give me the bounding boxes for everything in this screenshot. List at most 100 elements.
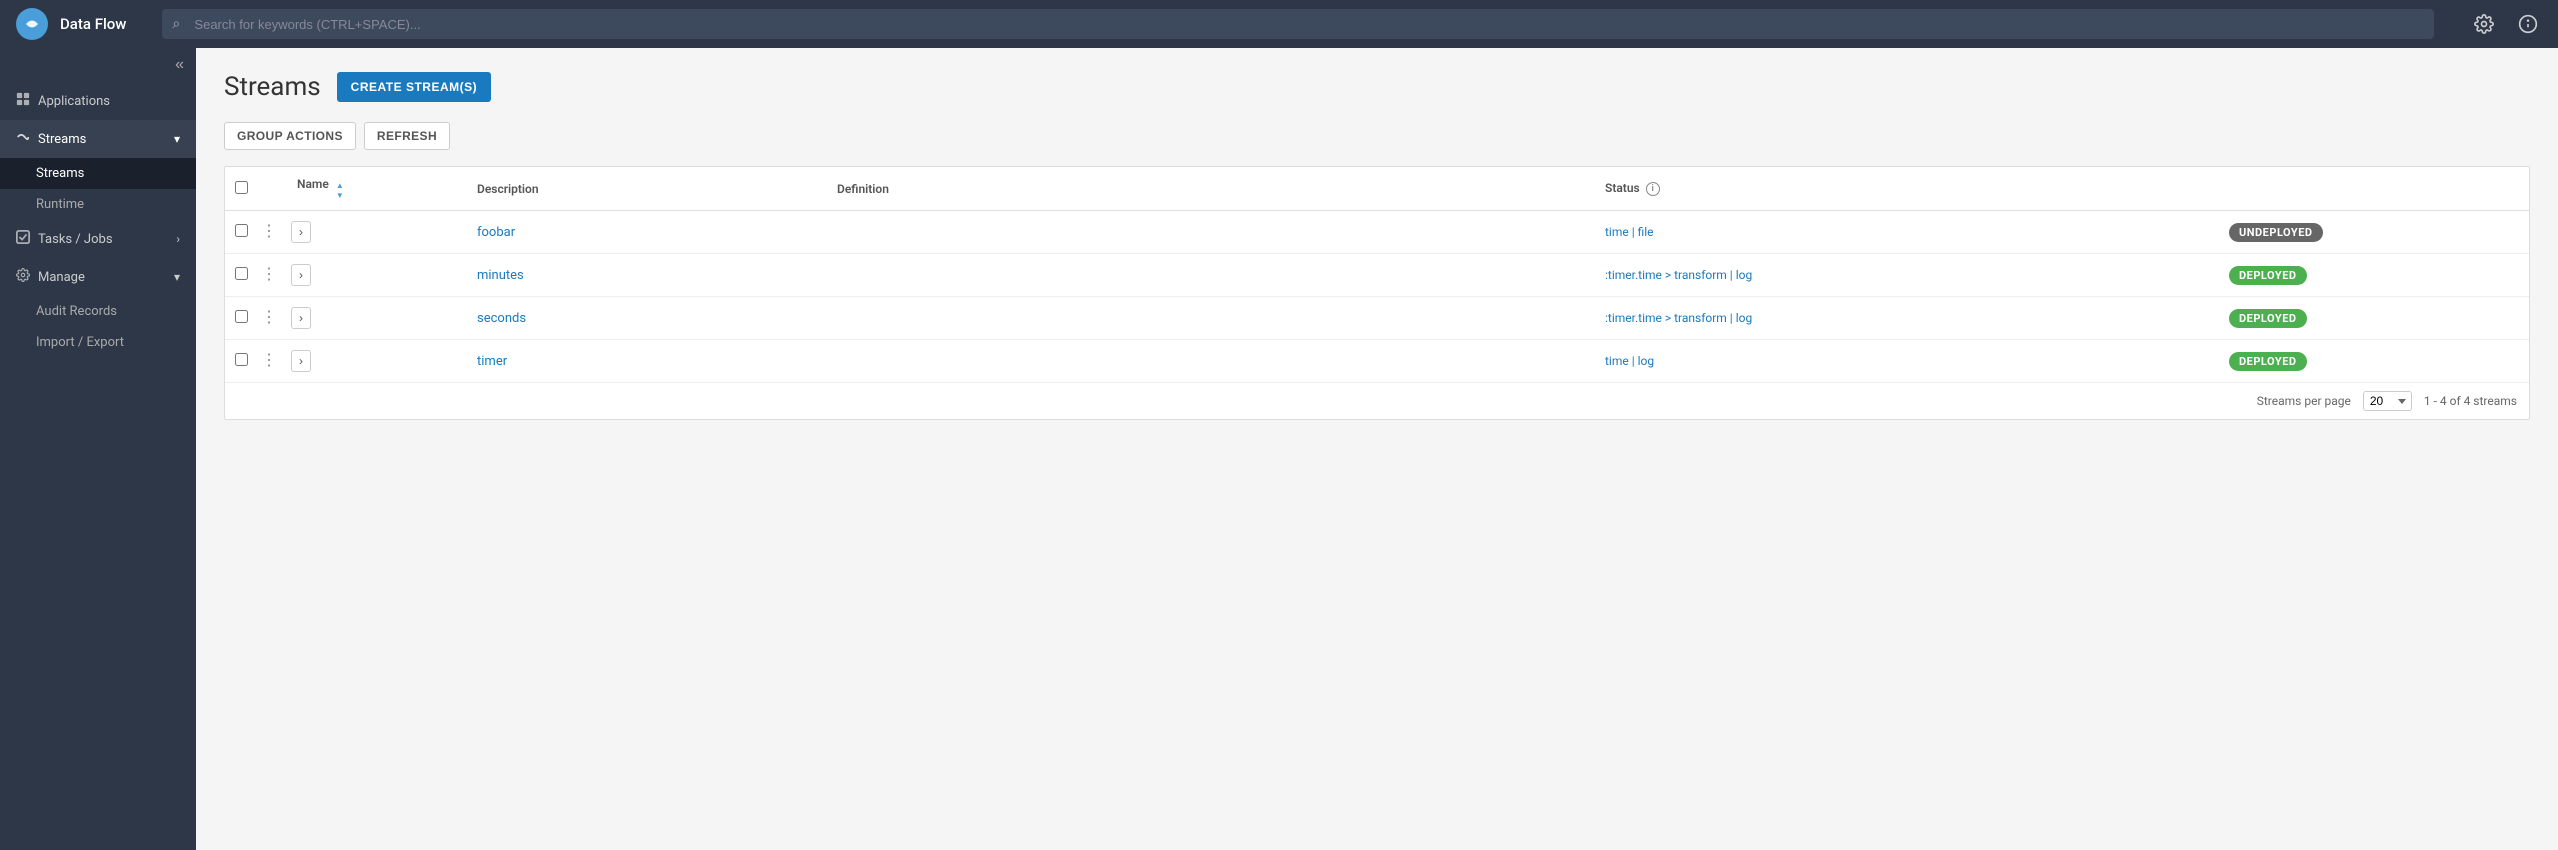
tasks-label: Tasks / Jobs — [38, 232, 168, 247]
settings-button[interactable] — [2470, 10, 2498, 38]
status-badge: DEPLOYED — [2229, 266, 2307, 285]
row-status-cell: DEPLOYED — [2217, 254, 2529, 297]
search-input[interactable] — [162, 9, 2434, 39]
row-actions-button[interactable]: ⋮ — [257, 222, 281, 242]
streams-label: Streams — [38, 132, 166, 147]
row-expand-cell: › — [285, 254, 465, 297]
row-checkbox-cell — [225, 340, 253, 383]
runtime-label: Runtime — [36, 197, 84, 212]
sidebar-subitem-audit[interactable]: Audit Records — [0, 296, 196, 327]
row-status-cell: UNDEPLOYED — [2217, 211, 2529, 254]
row-checkbox[interactable] — [235, 353, 248, 366]
stream-name-link[interactable]: timer — [477, 354, 507, 369]
row-name-cell: seconds — [465, 297, 825, 340]
col-header-description: Description — [465, 167, 825, 211]
sidebar-item-streams[interactable]: Streams ▾ — [0, 120, 196, 158]
streams-sublabel: Streams — [36, 166, 84, 181]
sidebar-subitem-runtime[interactable]: Runtime — [0, 189, 196, 220]
row-definition-cell: :timer.time > transform | log — [1593, 254, 2217, 297]
manage-label: Manage — [38, 270, 166, 285]
applications-label: Applications — [38, 94, 180, 109]
row-checkbox-cell — [225, 297, 253, 340]
row-expand-cell: › — [285, 340, 465, 383]
per-page-label: Streams per page — [2257, 394, 2351, 408]
row-checkbox[interactable] — [235, 267, 248, 280]
sidebar-subitem-streams[interactable]: Streams — [0, 158, 196, 189]
import-export-label: Import / Export — [36, 335, 124, 350]
name-sort-icons[interactable]: ▲ ▼ — [336, 181, 344, 200]
group-actions-button[interactable]: GROUP ACTIONS — [224, 122, 356, 150]
row-description-cell — [825, 254, 1593, 297]
definition-value: time | file — [1605, 225, 1654, 239]
sidebar-item-tasks[interactable]: Tasks / Jobs › — [0, 220, 196, 258]
row-expand-button[interactable]: › — [291, 264, 311, 286]
definition-value: time | log — [1605, 354, 1654, 368]
definition-value: :timer.time > transform | log — [1605, 268, 1752, 282]
main-layout: « Applications Streams ▾ — [0, 48, 2558, 850]
search-bar[interactable]: ⌕ — [162, 9, 2434, 39]
row-definition-cell: time | file — [1593, 211, 2217, 254]
sidebar-item-manage[interactable]: Manage ▾ — [0, 258, 196, 296]
row-actions-cell: ⋮ — [253, 297, 285, 340]
sidebar: « Applications Streams ▾ — [0, 48, 196, 850]
sidebar-subitem-import-export[interactable]: Import / Export — [0, 327, 196, 358]
stream-name-link[interactable]: foobar — [477, 225, 515, 240]
manage-chevron: ▾ — [174, 270, 180, 284]
tasks-chevron: › — [176, 232, 180, 246]
row-expand-cell: › — [285, 211, 465, 254]
row-name-cell: foobar — [465, 211, 825, 254]
refresh-button[interactable]: REFRESH — [364, 122, 450, 150]
row-actions-cell: ⋮ — [253, 340, 285, 383]
stream-name-link[interactable]: seconds — [477, 311, 526, 326]
select-all-checkbox[interactable] — [235, 181, 248, 194]
row-actions-cell: ⋮ — [253, 211, 285, 254]
main-content: Streams CREATE STREAM(S) GROUP ACTIONS R… — [196, 48, 2558, 850]
row-name-cell: timer — [465, 340, 825, 383]
streams-table: Name ▲ ▼ Description Definition — [224, 166, 2530, 420]
row-description-cell — [825, 211, 1593, 254]
status-info-icon[interactable]: i — [1646, 182, 1660, 196]
app-title: Data Flow — [60, 15, 126, 33]
row-expand-button[interactable]: › — [291, 307, 311, 329]
table-row: ⋮ › seconds :timer.time > transform | lo… — [225, 297, 2529, 340]
app-logo — [16, 8, 48, 40]
col-header-status: Status i — [1593, 167, 2217, 211]
topbar: Data Flow ⌕ — [0, 0, 2558, 48]
status-badge: DEPLOYED — [2229, 352, 2307, 371]
row-actions-cell: ⋮ — [253, 254, 285, 297]
table-row: ⋮ › timer time | log DEPLOYED — [225, 340, 2529, 383]
row-expand-button[interactable]: › — [291, 221, 311, 243]
row-expand-button[interactable]: › — [291, 350, 311, 372]
status-badge: UNDEPLOYED — [2229, 223, 2323, 242]
row-checkbox[interactable] — [235, 310, 248, 323]
sidebar-collapse[interactable]: « — [0, 48, 196, 82]
definition-value: :timer.time > transform | log — [1605, 311, 1752, 325]
row-checkbox[interactable] — [235, 224, 248, 237]
streams-icon — [16, 130, 30, 148]
col-header-expand — [253, 167, 285, 211]
audit-label: Audit Records — [36, 304, 117, 319]
collapse-button[interactable]: « — [175, 56, 184, 74]
row-actions-button[interactable]: ⋮ — [257, 308, 281, 328]
create-stream-button[interactable]: CREATE STREAM(S) — [337, 72, 491, 102]
table-row: ⋮ › minutes :timer.time > transform | lo… — [225, 254, 2529, 297]
table-row: ⋮ › foobar time | file UNDEPLOYED — [225, 211, 2529, 254]
topbar-actions — [2470, 10, 2542, 38]
row-status-cell: DEPLOYED — [2217, 340, 2529, 383]
stream-name-link[interactable]: minutes — [477, 268, 524, 283]
row-actions-button[interactable]: ⋮ — [257, 265, 281, 285]
col-header-checkbox — [225, 167, 253, 211]
manage-icon — [16, 268, 30, 286]
sidebar-item-applications[interactable]: Applications — [0, 82, 196, 120]
toolbar: GROUP ACTIONS REFRESH — [224, 122, 2530, 150]
row-checkbox-cell — [225, 254, 253, 297]
info-button[interactable] — [2514, 10, 2542, 38]
pagination-count: 1 - 4 of 4 streams — [2424, 394, 2517, 408]
per-page-select[interactable]: 20 10 50 100 — [2363, 391, 2412, 411]
row-checkbox-cell — [225, 211, 253, 254]
col-header-definition: Definition — [825, 167, 1593, 211]
col-header-name[interactable]: Name ▲ ▼ — [285, 167, 465, 211]
row-actions-button[interactable]: ⋮ — [257, 351, 281, 371]
status-badge: DEPLOYED — [2229, 309, 2307, 328]
page-title: Streams — [224, 72, 321, 102]
